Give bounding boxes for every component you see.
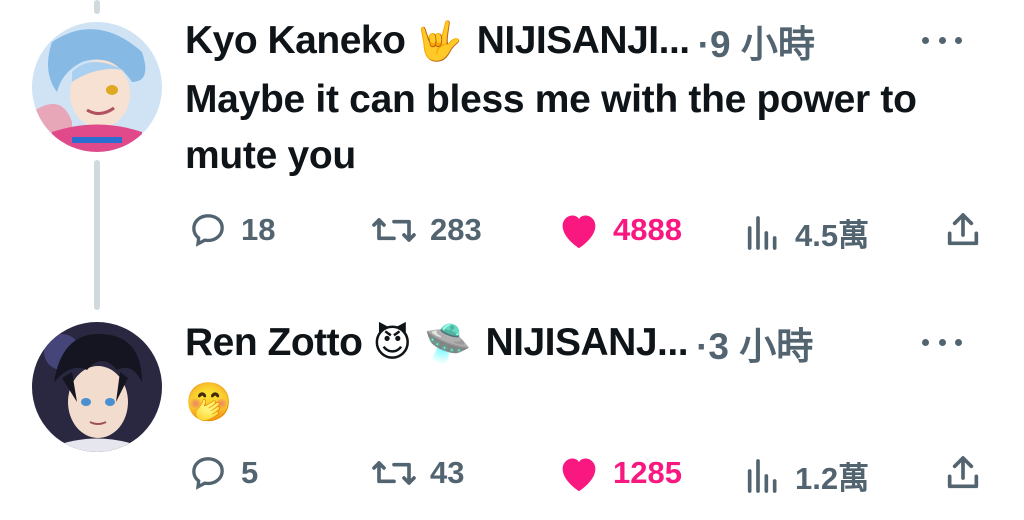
retweet-count: 283 — [430, 212, 482, 247]
tweet-header: Ren Zotto 😈 🛸 NIJISANJ... ·3 小時 — [185, 316, 1004, 370]
like-count: 1285 — [613, 455, 682, 490]
thread-line-top — [94, 0, 100, 14]
tweet-2: Ren Zotto 😈 🛸 NIJISANJ... ·3 小時 🤭 — [185, 316, 1004, 430]
avatar-kyo-kaneko[interactable] — [32, 22, 162, 152]
name-emoji: 🤟 — [415, 19, 463, 63]
thread-line — [94, 160, 100, 310]
retweet-icon — [370, 453, 418, 493]
name-emoji: 😈 🛸 — [372, 321, 472, 365]
views-count: 1.2萬 — [795, 461, 870, 496]
like-count: 4888 — [613, 212, 682, 247]
retweet-icon — [370, 210, 418, 250]
timestamp[interactable]: ·3 小時 — [696, 316, 813, 370]
handle-org[interactable]: NIJISANJ... — [485, 321, 688, 365]
share-button[interactable] — [942, 453, 984, 493]
like-heart-icon — [557, 453, 601, 493]
reply-icon — [187, 453, 229, 493]
tweet-actions: 18 283 4888 4.5萬 — [185, 210, 984, 253]
tweet-text: Maybe it can bless me with the power to … — [185, 78, 917, 177]
avatar-ren-zotto[interactable] — [32, 322, 162, 452]
like-heart-icon — [557, 210, 601, 250]
views-button[interactable]: 4.5萬 — [743, 210, 869, 255]
reply-button[interactable]: 18 — [187, 210, 275, 250]
tweet-actions: 5 43 1285 1.2萬 — [185, 453, 984, 496]
views-icon — [743, 213, 783, 253]
share-button[interactable] — [942, 210, 984, 250]
tweet-header: Kyo Kaneko 🤟 NIJISANJI... ·9 小時 — [185, 14, 1004, 68]
tweet-1: Kyo Kaneko 🤟 NIJISANJI... ·9 小時 Maybe it… — [185, 14, 1004, 184]
reply-button[interactable]: 5 — [187, 453, 258, 493]
retweet-count: 43 — [430, 455, 465, 490]
views-count: 4.5萬 — [795, 218, 870, 253]
display-name[interactable]: Ren Zotto — [185, 321, 363, 365]
timestamp[interactable]: ·9 小時 — [698, 14, 815, 68]
reply-count: 18 — [241, 212, 276, 247]
retweet-button[interactable]: 43 — [370, 453, 464, 493]
views-button[interactable]: 1.2萬 — [743, 453, 869, 498]
share-icon — [942, 453, 984, 493]
reply-icon — [187, 210, 229, 250]
views-icon — [743, 456, 783, 496]
more-icon[interactable] — [922, 34, 962, 46]
share-icon — [942, 210, 984, 250]
handle-org[interactable]: NIJISANJI... — [477, 19, 690, 63]
reply-count: 5 — [241, 455, 259, 490]
retweet-button[interactable]: 283 — [370, 210, 482, 250]
display-name[interactable]: Kyo Kaneko — [185, 19, 406, 63]
like-button[interactable]: 1285 — [557, 453, 682, 493]
tweet-text: 🤭 — [185, 380, 233, 424]
like-button[interactable]: 4888 — [557, 210, 682, 250]
more-icon[interactable] — [922, 336, 962, 348]
